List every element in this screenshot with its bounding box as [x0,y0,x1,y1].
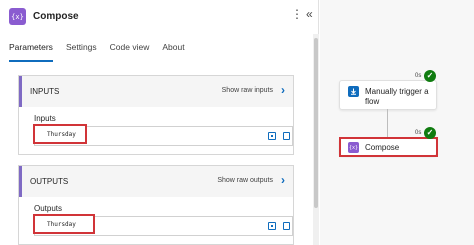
more-options-icon[interactable]: ⋮ [291,8,303,20]
expression-icon[interactable] [268,132,276,140]
compose-node-highlight [339,137,438,157]
trigger-label-line1: Manually trigger a [365,87,429,96]
outputs-field-label: Outputs [34,204,63,213]
compose-icon-glyph: {x} [11,12,24,21]
collapse-panel-icon[interactable]: « [306,8,313,20]
trigger-icon [348,86,359,97]
trigger-node-label: Manually trigger a flow [365,87,429,107]
panel-title: Compose [33,11,79,22]
flow-canvas[interactable] [320,0,474,245]
panel-header: {x} Compose ⋮ « [0,0,319,34]
show-raw-outputs-link[interactable]: Show raw outputs [217,177,273,184]
compose-icon: {x} [9,8,26,25]
inputs-field-label: Inputs [34,114,56,123]
inputs-section-title: INPUTS [30,87,60,96]
tab-code-view[interactable]: Code view [110,42,150,62]
expression-icon[interactable] [268,222,276,230]
tab-about[interactable]: About [162,42,184,62]
action-details-panel: {x} Compose ⋮ « Parameters Settings Code… [0,0,319,245]
trigger-node[interactable]: Manually trigger a flow [339,80,437,110]
flow-connector [387,109,388,138]
inputs-value-text: Thursday [47,131,76,138]
copy-icon[interactable] [281,132,290,144]
panel-tabs: Parameters Settings Code view About [9,42,198,62]
outputs-section-header[interactable]: OUTPUTS Show raw outputs › [19,166,293,197]
trigger-label-line2: flow [365,97,380,106]
chevron-right-icon[interactable]: › [281,174,285,186]
success-check-icon: ✓ [424,127,436,139]
show-raw-inputs-link[interactable]: Show raw inputs [222,87,273,94]
outputs-value-text: Thursday [47,221,76,228]
tab-parameters[interactable]: Parameters [9,42,53,62]
copy-icon[interactable] [281,222,290,234]
tab-settings[interactable]: Settings [66,42,97,62]
outputs-section-title: OUTPUTS [30,177,69,186]
chevron-right-icon[interactable]: › [281,84,285,96]
panel-scrollbar-thumb[interactable] [314,38,318,208]
success-check-icon: ✓ [424,70,436,82]
compose-duration: 0s [415,130,422,136]
trigger-duration: 0s [415,73,422,79]
inputs-section-header[interactable]: INPUTS Show raw inputs › [19,76,293,107]
